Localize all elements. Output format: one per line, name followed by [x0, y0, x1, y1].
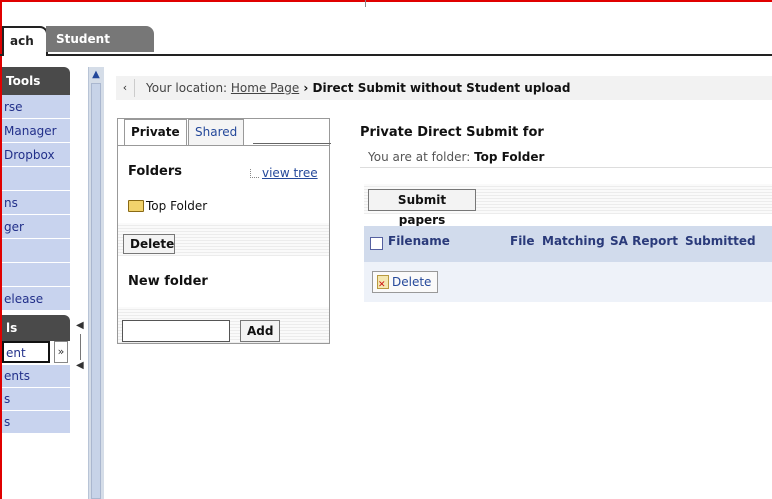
- collapse-left-icon[interactable]: ◀: [76, 320, 84, 331]
- new-folder-title: New folder: [128, 274, 208, 289]
- tab-teach[interactable]: ach: [2, 26, 48, 56]
- submit-row: Submit papers: [364, 184, 772, 227]
- sidebar-item-7[interactable]: [2, 239, 70, 263]
- delete-icon: [377, 274, 389, 295]
- tree-icon: [250, 169, 259, 178]
- back-chevron-icon[interactable]: ‹: [116, 79, 135, 97]
- folders-title: Folders: [128, 164, 183, 179]
- breadcrumb-current: Direct Submit without Student upload: [312, 81, 571, 95]
- files-table-header: Filename File Matching SA Report Submitt…: [364, 226, 772, 262]
- collapse-left-icon-2[interactable]: ◀: [76, 360, 84, 371]
- page-title: Private Direct Submit for: [360, 125, 544, 140]
- column-submitted[interactable]: Submitted: [685, 226, 756, 256]
- sidebar-item-ns[interactable]: ns: [2, 191, 70, 215]
- left-sidebar: Tools rse Manager Dropbox ns ger elease …: [2, 67, 70, 499]
- tab-student-view[interactable]: Student View: [46, 26, 154, 72]
- select-all-checkbox[interactable]: [370, 237, 383, 250]
- sidebar-item-ents[interactable]: ents: [2, 365, 70, 388]
- sidebar-item-4[interactable]: [2, 167, 70, 191]
- current-folder-prefix: You are at folder:: [368, 150, 475, 164]
- tab-private[interactable]: Private: [124, 119, 187, 145]
- sidebar-item-manager[interactable]: Manager: [2, 119, 70, 143]
- top-tab-bar: ach Student View: [0, 24, 772, 72]
- folder-name: Top Folder: [146, 199, 208, 213]
- column-filename[interactable]: Filename: [388, 226, 450, 256]
- red-frame-top: [0, 0, 772, 2]
- breadcrumb-home-link[interactable]: Home Page: [231, 81, 299, 95]
- tab-shared[interactable]: Shared: [188, 119, 245, 145]
- sidebar-select[interactable]: ent: [2, 341, 50, 363]
- divider: [360, 167, 772, 168]
- tab-divider: [253, 143, 331, 144]
- column-sa-report[interactable]: SA Report: [610, 226, 678, 256]
- breadcrumb-separator: ›: [299, 81, 313, 95]
- top-marker: [365, 0, 366, 7]
- files-table-actions: Delete: [364, 262, 772, 302]
- view-tree-link-wrap[interactable]: view tree: [250, 166, 318, 180]
- sidebar-item-s2[interactable]: s: [2, 411, 70, 434]
- scroll-thumb[interactable]: [91, 83, 101, 499]
- folder-item[interactable]: Top Folder: [128, 199, 207, 213]
- add-folder-button[interactable]: Add: [240, 320, 280, 342]
- sidebar-item-dropbox[interactable]: Dropbox: [2, 143, 70, 167]
- new-folder-input[interactable]: [122, 320, 230, 342]
- sidebar-item-course[interactable]: rse: [2, 95, 70, 119]
- view-tree-link[interactable]: view tree: [262, 166, 318, 180]
- folder-icon: [128, 199, 144, 212]
- scroll-up-icon[interactable]: ▲: [89, 67, 103, 83]
- double-chevron-down-icon[interactable]: »: [54, 341, 68, 363]
- delete-files-label: Delete: [392, 275, 432, 289]
- delete-row: Delete: [118, 223, 329, 256]
- sidebar-section2-heading: ls: [2, 315, 70, 341]
- sidebar-tools-heading: Tools: [2, 67, 70, 95]
- breadcrumb: Your location: Home Page › Direct Submit…: [146, 76, 570, 100]
- delete-files-button[interactable]: Delete: [372, 271, 439, 295]
- current-folder-line: You are at folder: Top Folder: [368, 150, 544, 164]
- sidebar-item-s1[interactable]: s: [2, 388, 70, 411]
- current-folder-name: Top Folder: [474, 150, 545, 164]
- location-bar: ‹ Your location: Home Page › Direct Subm…: [116, 76, 772, 100]
- breadcrumb-prefix: Your location:: [146, 81, 231, 95]
- sidebar-item-8[interactable]: [2, 263, 70, 287]
- delete-folder-button[interactable]: Delete: [123, 234, 175, 254]
- vertical-scrollbar[interactable]: ▲: [88, 67, 104, 499]
- sidebar-select-row: ent »: [2, 341, 70, 365]
- collapse-handle-line: [80, 334, 81, 360]
- column-file[interactable]: File: [510, 226, 535, 256]
- folders-panel-body: [118, 145, 329, 146]
- sidebar-item-ger[interactable]: ger: [2, 215, 70, 239]
- column-matching[interactable]: Matching: [542, 226, 605, 256]
- sidebar-item-release[interactable]: elease: [2, 287, 70, 311]
- submit-papers-button[interactable]: Submit papers: [368, 189, 476, 227]
- folders-panel: Private Shared Folders view tree Top Fol…: [117, 118, 331, 344]
